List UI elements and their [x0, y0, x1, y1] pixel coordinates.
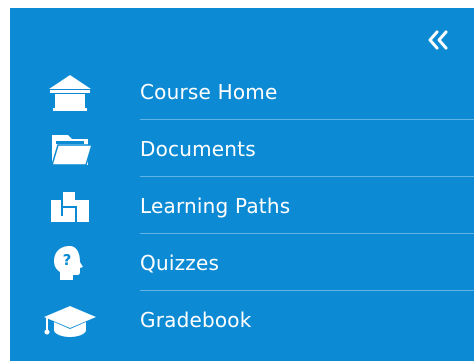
quiz-head-icon: ?: [40, 241, 100, 285]
sidebar-nav-list: Course Home Documents Learning Paths ? Q…: [10, 63, 474, 348]
graduation-cap-icon: [40, 298, 100, 342]
collapse-sidebar-button[interactable]: [424, 26, 452, 54]
svg-text:?: ?: [63, 251, 72, 269]
sidebar-item-label: Quizzes: [140, 250, 220, 275]
folder-icon: [40, 127, 100, 171]
sidebar-item-documents[interactable]: Documents: [10, 120, 474, 177]
learning-paths-icon: [40, 184, 100, 228]
sidebar-item-label: Course Home: [140, 79, 278, 104]
home-icon: [40, 70, 100, 114]
sidebar-item-label: Learning Paths: [140, 193, 291, 218]
page: Course Home Documents Learning Paths ? Q…: [0, 0, 474, 361]
course-sidebar: Course Home Documents Learning Paths ? Q…: [10, 8, 474, 361]
sidebar-item-quizzes[interactable]: ? Quizzes: [10, 234, 474, 291]
sidebar-item-course-home[interactable]: Course Home: [10, 63, 474, 120]
sidebar-item-gradebook[interactable]: Gradebook: [10, 291, 474, 348]
double-chevron-left-icon: [428, 30, 448, 50]
sidebar-item-learning-paths[interactable]: Learning Paths: [10, 177, 474, 234]
sidebar-item-label: Documents: [140, 136, 256, 161]
sidebar-item-label: Gradebook: [140, 307, 252, 332]
